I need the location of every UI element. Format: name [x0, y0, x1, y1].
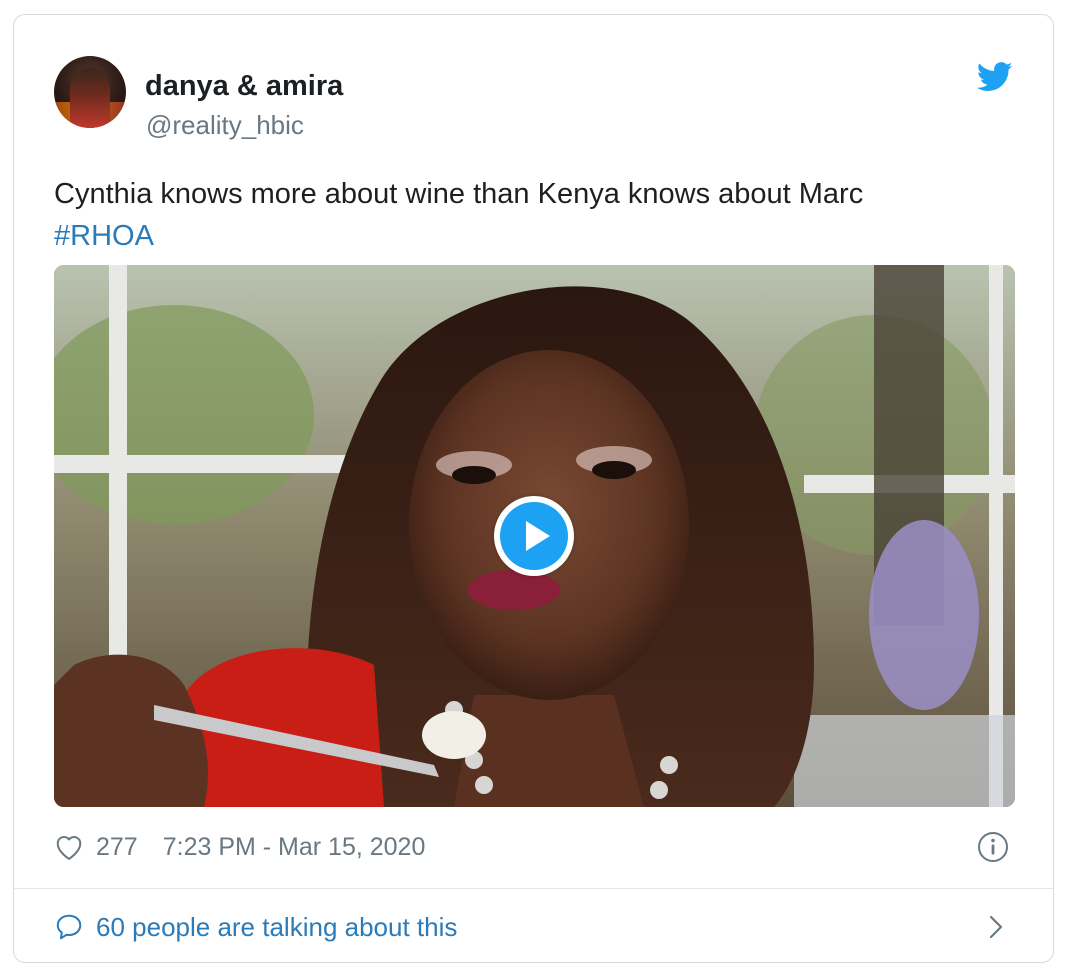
tweet-meta: 277 7:23 PM - Mar 15, 2020 [54, 827, 425, 867]
tweet-text: Cynthia knows more about wine than Kenya… [54, 178, 864, 210]
tweet-timestamp[interactable]: 7:23 PM - Mar 15, 2020 [163, 833, 426, 862]
author-display-name[interactable]: danya & amira [145, 70, 343, 103]
speech-bubble-icon [56, 914, 82, 940]
author-handle[interactable]: @reality_hbic [146, 110, 304, 141]
conversation-label[interactable]: 60 people are talking about this [96, 912, 457, 943]
like-count[interactable]: 277 [96, 833, 138, 862]
play-icon [526, 521, 550, 551]
info-icon[interactable] [977, 831, 1009, 863]
footer-divider [14, 888, 1053, 889]
hashtag-link[interactable]: #RHOA [54, 215, 1014, 257]
twitter-bird-icon[interactable] [977, 62, 1013, 92]
tweet-body: Cynthia knows more about wine than Kenya… [54, 173, 1014, 257]
play-button[interactable] [494, 496, 574, 576]
author-avatar[interactable] [54, 56, 126, 128]
video-thumbnail[interactable] [54, 265, 1015, 807]
chevron-right-icon[interactable] [986, 913, 1006, 941]
heart-icon[interactable] [54, 833, 84, 861]
conversation-link[interactable]: 60 people are talking about this [54, 907, 457, 947]
tweet-card: danya & amira @reality_hbic Cynthia know… [13, 14, 1054, 963]
